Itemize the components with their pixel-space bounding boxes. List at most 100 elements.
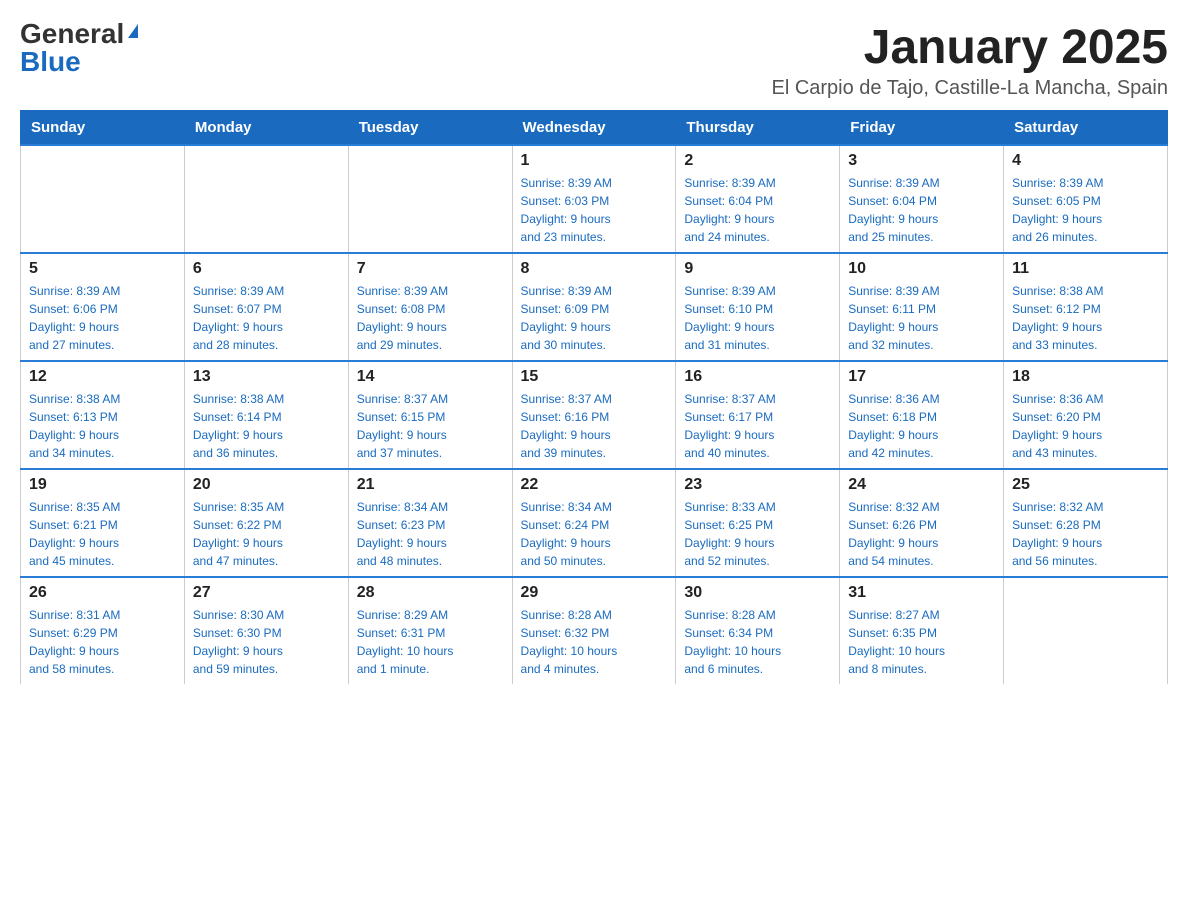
day-info: Sunrise: 8:39 AM Sunset: 6:07 PM Dayligh… [193, 282, 340, 354]
day-info: Sunrise: 8:36 AM Sunset: 6:20 PM Dayligh… [1012, 390, 1159, 462]
day-number: 11 [1012, 260, 1159, 278]
calendar-cell: 15Sunrise: 8:37 AM Sunset: 6:16 PM Dayli… [512, 361, 676, 469]
day-number: 18 [1012, 368, 1159, 386]
logo: General Blue [20, 20, 138, 76]
calendar-cell: 4Sunrise: 8:39 AM Sunset: 6:05 PM Daylig… [1004, 145, 1168, 253]
logo-blue-text: Blue [20, 48, 81, 76]
column-header-saturday: Saturday [1004, 111, 1168, 146]
day-number: 24 [848, 476, 995, 494]
day-number: 26 [29, 584, 176, 602]
day-number: 8 [521, 260, 668, 278]
day-info: Sunrise: 8:39 AM Sunset: 6:11 PM Dayligh… [848, 282, 995, 354]
calendar-header: SundayMondayTuesdayWednesdayThursdayFrid… [21, 111, 1168, 146]
day-number: 7 [357, 260, 504, 278]
calendar-cell: 25Sunrise: 8:32 AM Sunset: 6:28 PM Dayli… [1004, 469, 1168, 577]
calendar-cell: 26 Sunrise: 8:31 AM Sunset: 6:29 PM Dayli… [21, 577, 185, 684]
day-info: Sunrise: 8:39 AM Sunset: 6:03 PM Dayligh… [521, 174, 668, 246]
day-number: 2 [684, 152, 831, 170]
day-info: Sunrise: 8:38 AM Sunset: 6:14 PM Dayligh… [193, 390, 340, 462]
day-number: 17 [848, 368, 995, 386]
day-number: 13 [193, 368, 340, 386]
column-header-sunday: Sunday [21, 111, 185, 146]
calendar-cell: 9 Sunrise: 8:39 AM Sunset: 6:10 PM Daylig… [676, 253, 840, 361]
calendar-cell: 13 Sunrise: 8:38 AM Sunset: 6:14 PM Dayli… [184, 361, 348, 469]
calendar-cell: 31Sunrise: 8:27 AM Sunset: 6:35 PM Dayli… [840, 577, 1004, 684]
column-header-friday: Friday [840, 111, 1004, 146]
calendar-cell: 10 Sunrise: 8:39 AM Sunset: 6:11 PM Dayli… [840, 253, 1004, 361]
day-number: 21 [357, 476, 504, 494]
day-info: Sunrise: 8:35 AM Sunset: 6:21 PM Dayligh… [29, 498, 176, 570]
day-info: Sunrise: 8:31 AM Sunset: 6:29 PM Dayligh… [29, 606, 176, 678]
calendar-cell: 23Sunrise: 8:33 AM Sunset: 6:25 PM Dayli… [676, 469, 840, 577]
day-number: 23 [684, 476, 831, 494]
day-info: Sunrise: 8:28 AM Sunset: 6:32 PM Dayligh… [521, 606, 668, 678]
day-info: Sunrise: 8:38 AM Sunset: 6:12 PM Dayligh… [1012, 282, 1159, 354]
day-info: Sunrise: 8:37 AM Sunset: 6:17 PM Dayligh… [684, 390, 831, 462]
calendar-body: 1 Sunrise: 8:39 AM Sunset: 6:03 PM Daylig… [21, 145, 1168, 684]
day-info: Sunrise: 8:34 AM Sunset: 6:24 PM Dayligh… [521, 498, 668, 570]
week-row-2: 5 Sunrise: 8:39 AM Sunset: 6:06 PM Daylig… [21, 253, 1168, 361]
calendar-cell: 19 Sunrise: 8:35 AM Sunset: 6:21 PM Dayli… [21, 469, 185, 577]
week-row-5: 26 Sunrise: 8:31 AM Sunset: 6:29 PM Dayli… [21, 577, 1168, 684]
day-number: 3 [848, 152, 995, 170]
column-header-wednesday: Wednesday [512, 111, 676, 146]
day-info: Sunrise: 8:29 AM Sunset: 6:31 PM Dayligh… [357, 606, 504, 678]
column-header-monday: Monday [184, 111, 348, 146]
calendar-cell: 29 Sunrise: 8:28 AM Sunset: 6:32 PM Dayli… [512, 577, 676, 684]
day-number: 9 [684, 260, 831, 278]
day-number: 20 [193, 476, 340, 494]
calendar-cell [21, 145, 185, 253]
week-row-4: 19 Sunrise: 8:35 AM Sunset: 6:21 PM Dayli… [21, 469, 1168, 577]
logo-general-text: General [20, 20, 124, 48]
calendar-cell: 24Sunrise: 8:32 AM Sunset: 6:26 PM Dayli… [840, 469, 1004, 577]
calendar-cell: 14 Sunrise: 8:37 AM Sunset: 6:15 PM Dayli… [348, 361, 512, 469]
day-info: Sunrise: 8:39 AM Sunset: 6:08 PM Dayligh… [357, 282, 504, 354]
calendar-cell: 7 Sunrise: 8:39 AM Sunset: 6:08 PM Daylig… [348, 253, 512, 361]
calendar-cell: 2 Sunrise: 8:39 AM Sunset: 6:04 PM Daylig… [676, 145, 840, 253]
calendar-cell: 17 Sunrise: 8:36 AM Sunset: 6:18 PM Dayli… [840, 361, 1004, 469]
day-number: 31 [848, 584, 995, 602]
day-info: Sunrise: 8:39 AM Sunset: 6:06 PM Dayligh… [29, 282, 176, 354]
day-info: Sunrise: 8:35 AM Sunset: 6:22 PM Dayligh… [193, 498, 340, 570]
day-number: 22 [521, 476, 668, 494]
week-row-1: 1 Sunrise: 8:39 AM Sunset: 6:03 PM Daylig… [21, 145, 1168, 253]
week-row-3: 12 Sunrise: 8:38 AM Sunset: 6:13 PM Dayli… [21, 361, 1168, 469]
calendar-cell: 27 Sunrise: 8:30 AM Sunset: 6:30 PM Dayli… [184, 577, 348, 684]
calendar-cell: 21Sunrise: 8:34 AM Sunset: 6:23 PM Dayli… [348, 469, 512, 577]
logo-triangle-icon [128, 24, 138, 38]
day-number: 27 [193, 584, 340, 602]
day-number: 30 [684, 584, 831, 602]
column-header-thursday: Thursday [676, 111, 840, 146]
day-number: 29 [521, 584, 668, 602]
header: General Blue January 2025 El Carpio de T… [20, 20, 1168, 100]
day-info: Sunrise: 8:38 AM Sunset: 6:13 PM Dayligh… [29, 390, 176, 462]
calendar-cell: 30 Sunrise: 8:28 AM Sunset: 6:34 PM Dayli… [676, 577, 840, 684]
title-area: January 2025 El Carpio de Tajo, Castille… [771, 20, 1168, 100]
calendar-cell: 22 Sunrise: 8:34 AM Sunset: 6:24 PM Dayli… [512, 469, 676, 577]
day-info: Sunrise: 8:39 AM Sunset: 6:04 PM Dayligh… [848, 174, 995, 246]
day-number: 10 [848, 260, 995, 278]
calendar-cell: 16Sunrise: 8:37 AM Sunset: 6:17 PM Dayli… [676, 361, 840, 469]
day-number: 12 [29, 368, 176, 386]
calendar-cell: 12 Sunrise: 8:38 AM Sunset: 6:13 PM Dayli… [21, 361, 185, 469]
day-info: Sunrise: 8:36 AM Sunset: 6:18 PM Dayligh… [848, 390, 995, 462]
day-number: 4 [1012, 152, 1159, 170]
day-info: Sunrise: 8:32 AM Sunset: 6:28 PM Dayligh… [1012, 498, 1159, 570]
day-info: Sunrise: 8:28 AM Sunset: 6:34 PM Dayligh… [684, 606, 831, 678]
location-title: El Carpio de Tajo, Castille-La Mancha, S… [771, 77, 1168, 100]
day-info: Sunrise: 8:39 AM Sunset: 6:10 PM Dayligh… [684, 282, 831, 354]
day-number: 28 [357, 584, 504, 602]
month-title: January 2025 [771, 20, 1168, 75]
calendar-cell: 11 Sunrise: 8:38 AM Sunset: 6:12 PM Dayli… [1004, 253, 1168, 361]
calendar-cell: 8Sunrise: 8:39 AM Sunset: 6:09 PM Daylig… [512, 253, 676, 361]
day-info: Sunrise: 8:39 AM Sunset: 6:04 PM Dayligh… [684, 174, 831, 246]
day-number: 19 [29, 476, 176, 494]
day-info: Sunrise: 8:37 AM Sunset: 6:15 PM Dayligh… [357, 390, 504, 462]
day-number: 5 [29, 260, 176, 278]
calendar-cell: 6Sunrise: 8:39 AM Sunset: 6:07 PM Daylig… [184, 253, 348, 361]
calendar-cell [348, 145, 512, 253]
day-number: 14 [357, 368, 504, 386]
day-info: Sunrise: 8:30 AM Sunset: 6:30 PM Dayligh… [193, 606, 340, 678]
calendar: SundayMondayTuesdayWednesdayThursdayFrid… [20, 110, 1168, 684]
day-number: 1 [521, 152, 668, 170]
